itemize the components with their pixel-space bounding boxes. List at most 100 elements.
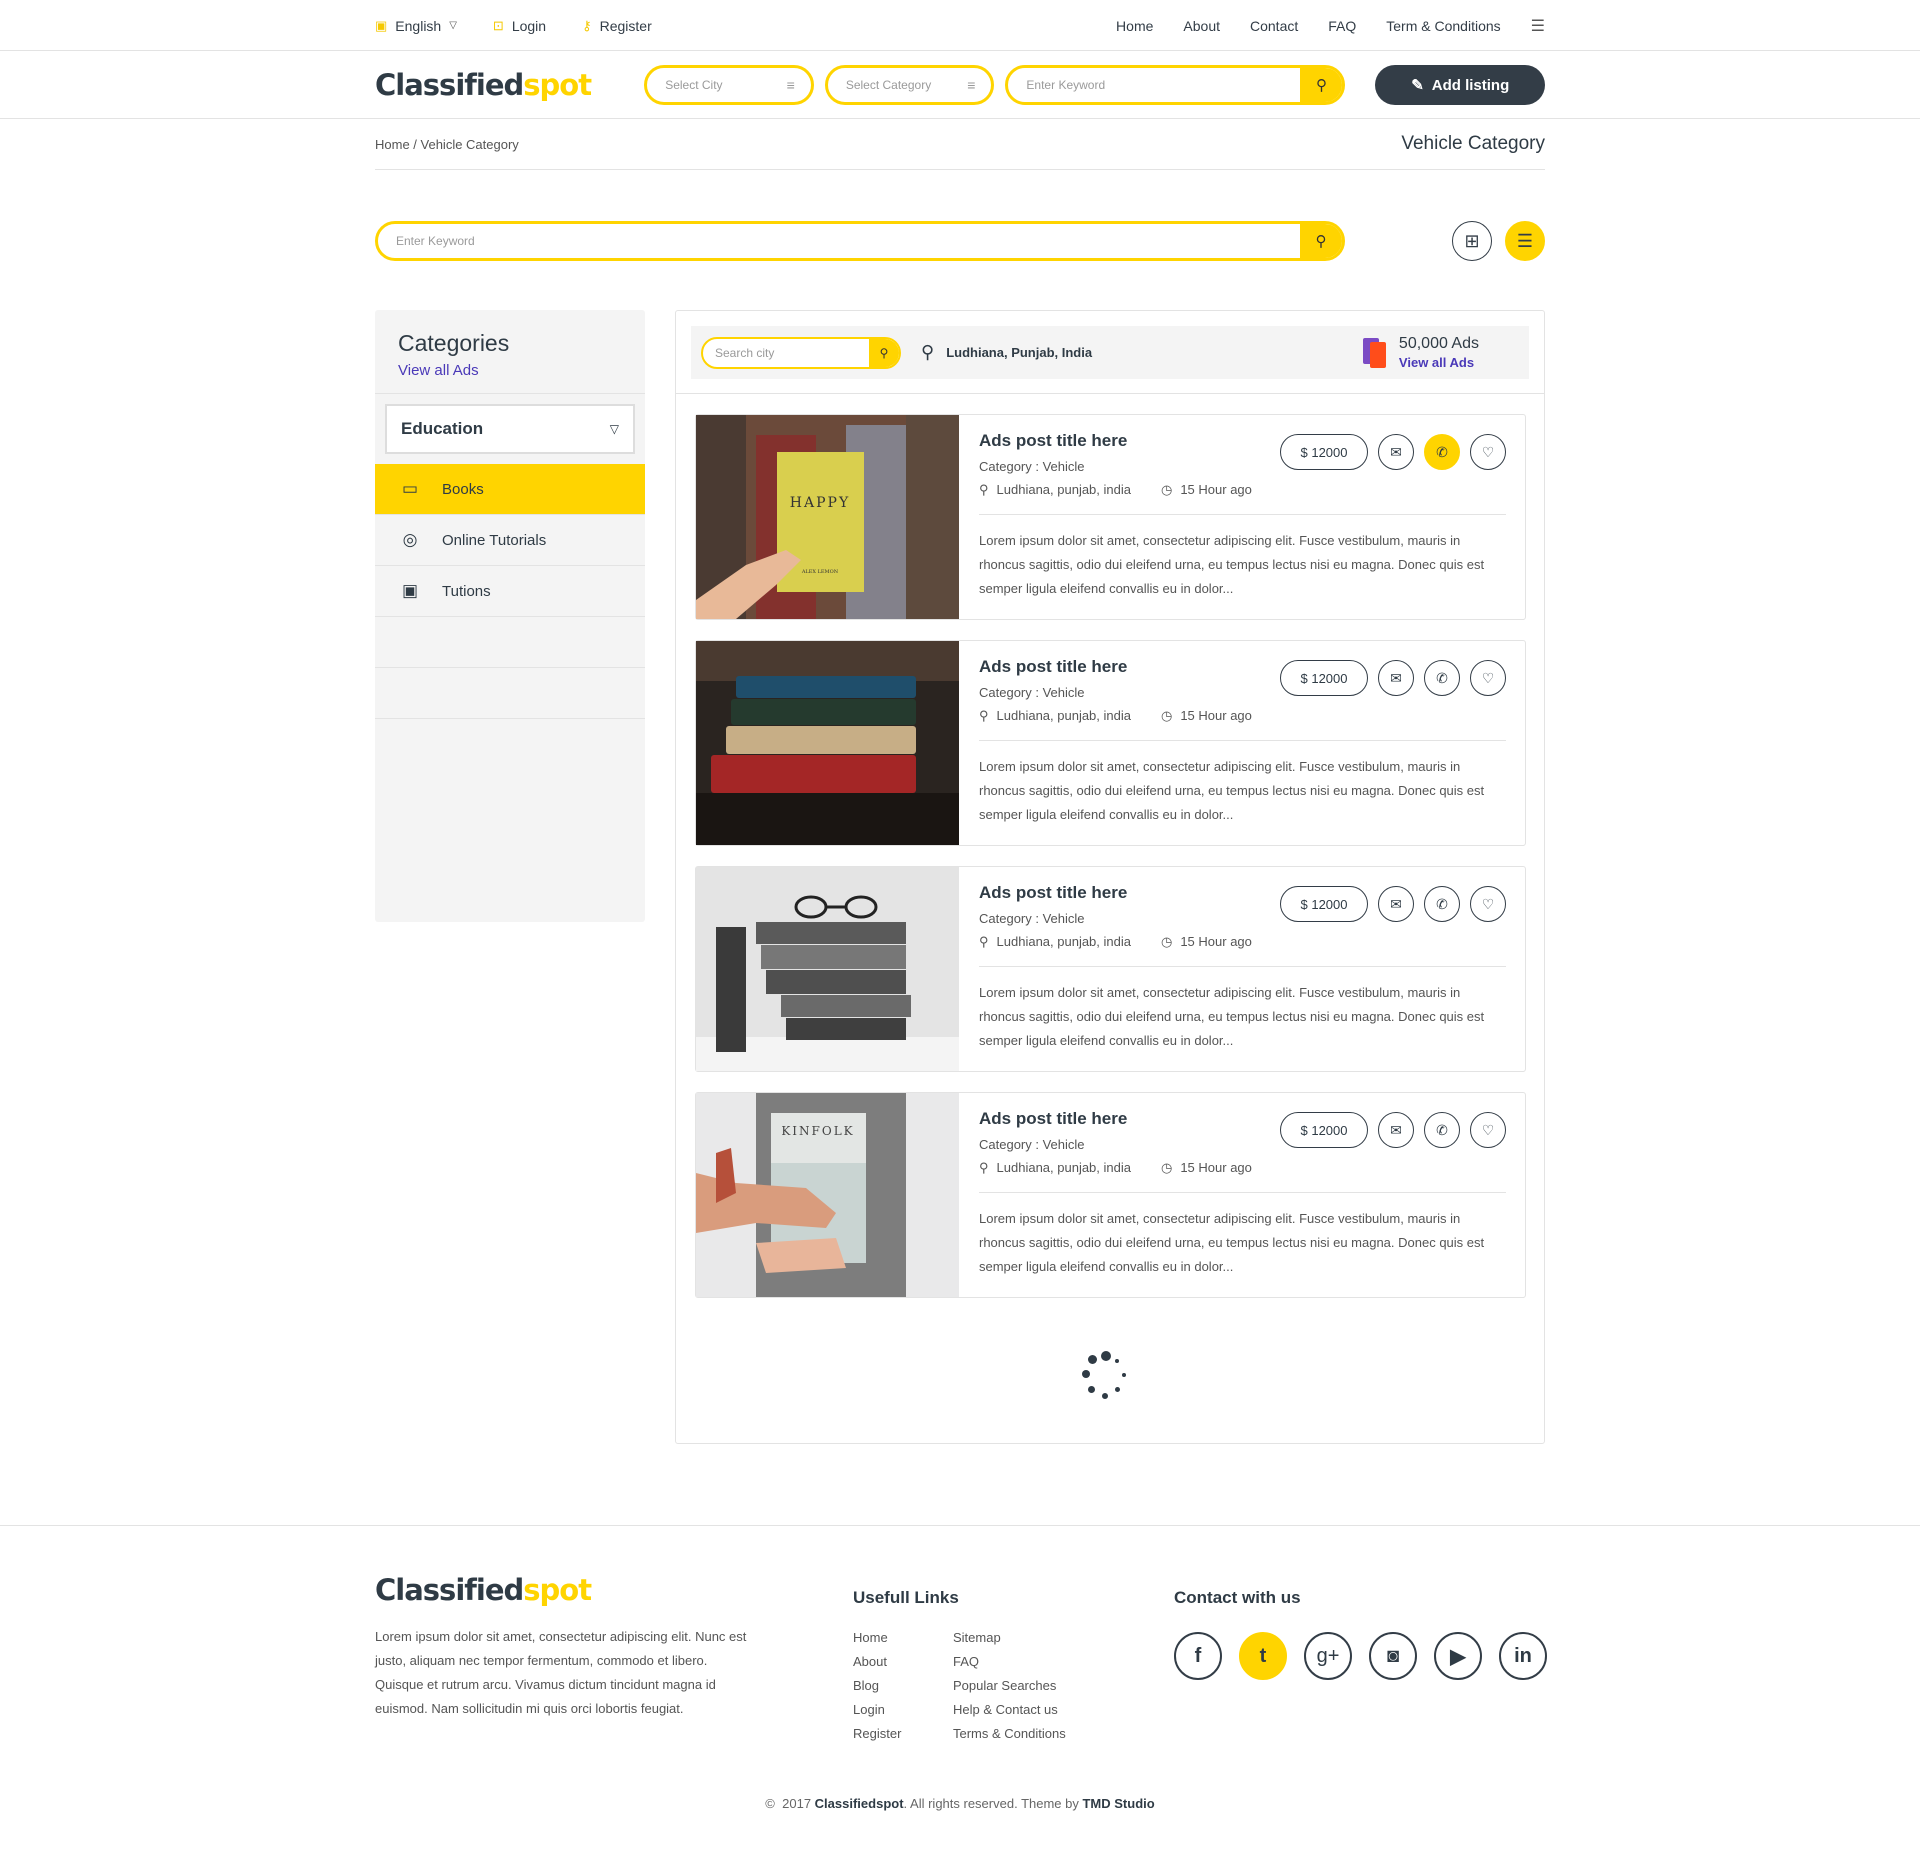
price-badge[interactable]: $ 12000 (1280, 660, 1368, 696)
current-location: ⚲ Ludhiana, Punjab, India (921, 342, 1093, 362)
nav-terms[interactable]: Term & Conditions (1386, 18, 1500, 34)
footer-link-login[interactable]: Login (853, 1702, 885, 1717)
view-all-ads-link[interactable]: View all Ads (1399, 355, 1479, 370)
grid-view-button[interactable]: ⊞ (1452, 221, 1492, 261)
select-category-dropdown[interactable]: Select Category ≡ (824, 65, 995, 105)
grid-icon: ⊞ (1464, 230, 1480, 251)
sidebar-item-tutions[interactable]: ▣ Tutions (375, 566, 645, 617)
footer-link-sitemap[interactable]: Sitemap (953, 1630, 1001, 1645)
city-search-button[interactable]: ⚲ (869, 338, 899, 367)
price-badge[interactable]: $ 12000 (1280, 1112, 1368, 1148)
search-button[interactable]: ⚲ (1300, 68, 1343, 102)
divider (979, 740, 1506, 741)
phone-icon: ✆ (1436, 669, 1448, 686)
listing-card[interactable]: HAPPY ALEX LEMON Ads post title here Cat… (695, 414, 1526, 620)
footer-logo[interactable]: Classifiedspot (375, 1573, 645, 1607)
footer-link-about[interactable]: About (853, 1654, 887, 1669)
price-badge[interactable]: $ 12000 (1280, 434, 1368, 470)
clock-icon: ◷ (1160, 708, 1173, 723)
call-button[interactable]: ✆ (1424, 886, 1460, 922)
price-badge[interactable]: $ 12000 (1280, 886, 1368, 922)
nav-about[interactable]: About (1183, 18, 1220, 34)
divider (979, 514, 1506, 515)
main-keyword-input[interactable]: Enter Keyword ⚲ (375, 221, 1345, 261)
city-search-input[interactable]: Search city ⚲ (701, 336, 901, 369)
add-listing-button[interactable]: ✎ Add listing (1375, 65, 1545, 105)
sidebar-item-books[interactable]: ▭ Books (375, 464, 645, 515)
favorite-button[interactable]: ♡ (1470, 886, 1506, 922)
youtube-icon[interactable]: ▶ (1434, 1632, 1482, 1680)
footer-link-terms[interactable]: Terms & Conditions (953, 1726, 1066, 1741)
clock-icon: ◷ (1160, 934, 1173, 949)
footer-about: Lorem ipsum dolor sit amet, consectetur … (375, 1629, 747, 1716)
login-icon: ⊡ (492, 17, 504, 33)
listing-card[interactable]: Ads post title here Category : Vehicle ⚲… (695, 866, 1526, 1072)
listing-image[interactable] (696, 641, 959, 845)
search-icon: ⚲ (1315, 77, 1327, 94)
listing-card[interactable]: Ads post title here Category : Vehicle ⚲… (695, 640, 1526, 846)
header-keyword-input[interactable]: Enter Keyword ⚲ (1005, 65, 1346, 105)
heart-icon: ♡ (1481, 895, 1495, 912)
email-button[interactable]: ✉ (1378, 434, 1414, 470)
nav-faq[interactable]: FAQ (1328, 18, 1356, 34)
listing-description: Lorem ipsum dolor sit amet, consectetur … (979, 985, 1485, 1048)
favorite-button[interactable]: ♡ (1470, 434, 1506, 470)
list-view-button[interactable]: ☰ (1505, 221, 1545, 261)
edit-icon: ✎ (1411, 77, 1424, 94)
location-pin-icon: ⚲ (979, 1160, 989, 1175)
heart-icon: ♡ (1481, 443, 1495, 460)
main-search-button[interactable]: ⚲ (1300, 224, 1342, 258)
email-button[interactable]: ✉ (1378, 886, 1414, 922)
language-icon: ▣ (375, 17, 388, 33)
listing-image[interactable]: KINFOLK (696, 1093, 959, 1297)
instagram-icon[interactable]: ◙ (1369, 1632, 1417, 1680)
sidebar-empty-row (375, 617, 645, 668)
twitter-icon[interactable]: t (1239, 1632, 1287, 1680)
listings-panel: Search city ⚲ ⚲ Ludhiana, Punjab, India … (675, 310, 1545, 1444)
medal-icon: ◎ (402, 530, 418, 549)
google-plus-icon[interactable]: g+ (1304, 1632, 1352, 1680)
view-all-ads-link[interactable]: View all Ads (398, 362, 622, 379)
classroom-icon: ▣ (401, 581, 419, 600)
call-button[interactable]: ✆ (1424, 434, 1460, 470)
login-link[interactable]: ⊡ Login (493, 18, 546, 34)
sidebar-item-online-tutorials[interactable]: ◎ Online Tutorials (375, 515, 645, 566)
footer-link-popular-searches[interactable]: Popular Searches (953, 1678, 1056, 1693)
listing-time: ◷ 15 Hour ago (1160, 708, 1252, 723)
favorite-button[interactable]: ♡ (1470, 1112, 1506, 1148)
footer-link-help-contact[interactable]: Help & Contact us (953, 1702, 1058, 1717)
email-button[interactable]: ✉ (1378, 1112, 1414, 1148)
chevron-down-icon: ▽ (449, 20, 457, 31)
nav-home[interactable]: Home (1116, 18, 1153, 34)
favorite-button[interactable]: ♡ (1470, 660, 1506, 696)
svg-text:HAPPY: HAPPY (790, 495, 850, 511)
copyright-icon: © (765, 1796, 779, 1811)
sidebar-title: Categories (398, 330, 510, 356)
footer-link-blog[interactable]: Blog (853, 1678, 879, 1693)
studio-link[interactable]: TMD Studio (1082, 1796, 1154, 1811)
footer-link-faq[interactable]: FAQ (953, 1654, 979, 1669)
listing-image[interactable] (696, 867, 959, 1071)
listing-location: ⚲ Ludhiana, punjab, india (979, 708, 1131, 723)
category-select[interactable]: Education ▽ (385, 404, 635, 454)
linkedin-icon[interactable]: in (1499, 1632, 1547, 1680)
email-button[interactable]: ✉ (1378, 660, 1414, 696)
call-button[interactable]: ✆ (1424, 1112, 1460, 1148)
call-button[interactable]: ✆ (1424, 660, 1460, 696)
envelope-icon: ✉ (1390, 443, 1402, 460)
facebook-icon[interactable]: f (1174, 1632, 1222, 1680)
breadcrumb[interactable]: Home / Vehicle Category (375, 137, 519, 152)
register-link[interactable]: ⚷ Register (582, 18, 652, 34)
listing-image[interactable]: HAPPY ALEX LEMON (696, 415, 959, 619)
nav-contact[interactable]: Contact (1250, 18, 1298, 34)
select-city-dropdown[interactable]: Select City ≡ (644, 65, 814, 105)
language-selector[interactable]: ▣ English ▽ (375, 18, 457, 34)
list-icon: ≡ (967, 77, 976, 93)
location-pin-icon: ⚲ (979, 934, 989, 949)
footer-link-register[interactable]: Register (853, 1726, 901, 1741)
listing-card[interactable]: KINFOLK Ads post title here Category : V… (695, 1092, 1526, 1298)
footer-link-home[interactable]: Home (853, 1630, 888, 1645)
useful-links-title: Usefull Links (853, 1588, 959, 1607)
logo[interactable]: Classifiedspot (375, 68, 644, 102)
menu-icon[interactable]: ☰ (1531, 16, 1545, 36)
